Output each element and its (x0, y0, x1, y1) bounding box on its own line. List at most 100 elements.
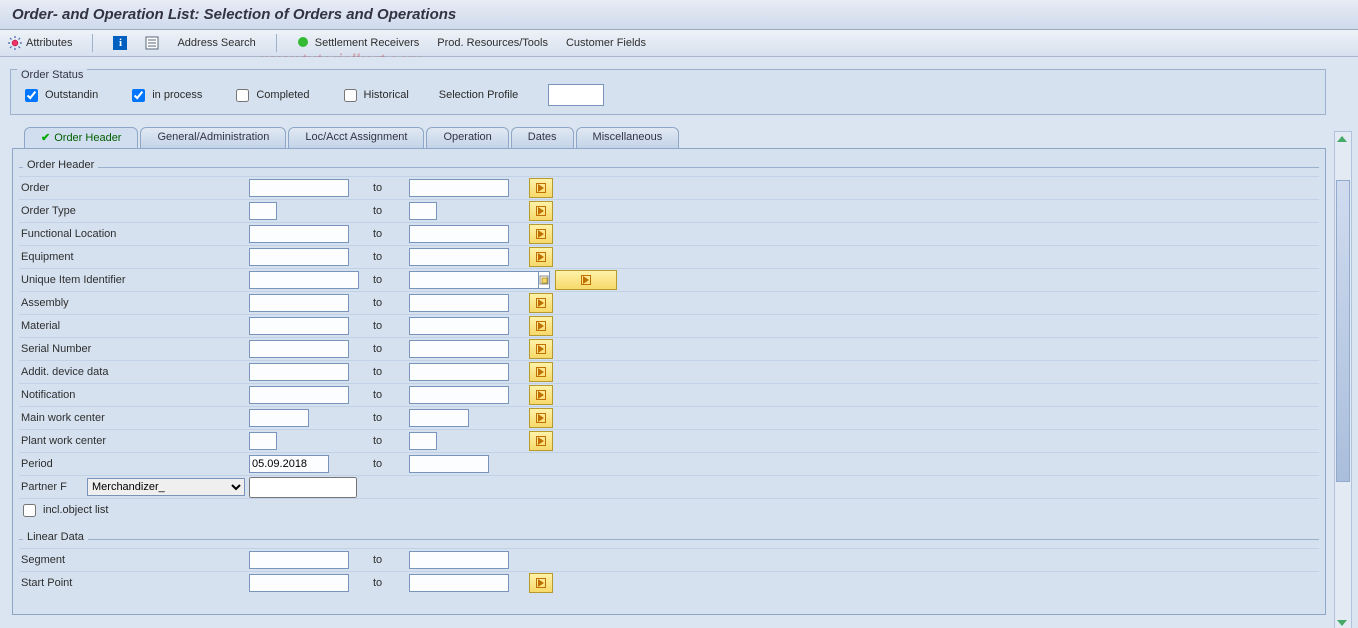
plant-work-center-from-input[interactable] (249, 432, 277, 450)
order-from-input[interactable] (249, 179, 349, 197)
in-process-checkbox[interactable]: in process (128, 86, 202, 105)
assembly-multi-button[interactable] (529, 293, 553, 313)
selection-profile-input[interactable] (548, 84, 604, 106)
tab-pane: Order Header Order to Order Type to (12, 148, 1326, 615)
customer-fields-button[interactable]: Customer Fields (566, 37, 646, 49)
order-to-input[interactable] (409, 179, 509, 197)
partner-f-label: Partner F (19, 481, 87, 493)
scrollbar-thumb[interactable] (1336, 180, 1350, 482)
settings-icon (8, 36, 22, 50)
order-header-group: Order Header Order to Order Type to (19, 167, 1319, 521)
to-label: to (369, 228, 409, 240)
app-toolbar: Attributes i Address Search Settlement R… (0, 30, 1358, 57)
equipment-multi-button[interactable] (529, 247, 553, 267)
order-type-to-input[interactable] (409, 202, 437, 220)
notification-from-input[interactable] (249, 386, 349, 404)
outstanding-checkbox-input[interactable] (25, 89, 38, 102)
order-type-from-input[interactable] (249, 202, 277, 220)
uii-to-input[interactable] (409, 271, 539, 289)
linear-data-legend: Linear Data (23, 531, 88, 543)
scroll-up-icon[interactable] (1335, 132, 1349, 146)
start-point-to-input[interactable] (409, 574, 509, 592)
settlement-receivers-button[interactable]: Settlement Receivers (297, 36, 420, 50)
scroll-down-icon[interactable] (1335, 616, 1349, 628)
row-start-point: Start Point to (19, 571, 1319, 594)
in-process-checkbox-input[interactable] (132, 89, 145, 102)
uii-from-input[interactable] (249, 271, 359, 289)
vertical-scrollbar[interactable] (1334, 131, 1352, 628)
info-icon[interactable]: i (113, 36, 127, 50)
uii-f4-icon[interactable] (539, 271, 550, 289)
selection-profile-label: Selection Profile (439, 89, 519, 101)
row-unique-item-identifier: Unique Item Identifier to (19, 268, 1319, 291)
row-addit-device-data: Addit. device data to (19, 360, 1319, 383)
addit-device-data-from-input[interactable] (249, 363, 349, 381)
order-status-legend: Order Status (17, 69, 87, 81)
main-work-center-from-input[interactable] (249, 409, 309, 427)
tab-order-header[interactable]: Order Header (24, 127, 138, 148)
incl-object-list-checkbox[interactable]: incl.object list (19, 501, 1319, 520)
start-point-multi-button[interactable] (529, 573, 553, 593)
functional-location-multi-button[interactable] (529, 224, 553, 244)
historical-label: Historical (364, 89, 409, 101)
serial-number-to-input[interactable] (409, 340, 509, 358)
to-label: to (369, 182, 409, 194)
notification-multi-button[interactable] (529, 385, 553, 405)
equipment-label: Equipment (19, 251, 249, 263)
equipment-to-input[interactable] (409, 248, 509, 266)
addit-device-data-to-input[interactable] (409, 363, 509, 381)
tab-general-admin[interactable]: General/Administration (140, 127, 286, 148)
to-label: to (369, 297, 409, 309)
historical-checkbox-input[interactable] (344, 89, 357, 102)
tab-loc-acct[interactable]: Loc/Acct Assignment (288, 127, 424, 148)
order-multi-button[interactable] (529, 178, 553, 198)
material-to-input[interactable] (409, 317, 509, 335)
segment-from-input[interactable] (249, 551, 349, 569)
tab-operation[interactable]: Operation (426, 127, 508, 148)
partner-f-select[interactable]: Merchandizer_ (87, 478, 245, 496)
functional-location-from-input[interactable] (249, 225, 349, 243)
to-label: to (369, 343, 409, 355)
attributes-button[interactable]: Attributes (8, 36, 72, 50)
main-work-center-to-input[interactable] (409, 409, 469, 427)
notification-to-input[interactable] (409, 386, 509, 404)
page-title: Order- and Operation List: Selection of … (0, 0, 1358, 30)
tab-inner: Order Header Order to Order Type to (13, 149, 1325, 622)
uii-multi-button[interactable] (555, 270, 617, 290)
address-search-button[interactable]: Address Search (177, 37, 255, 49)
main-work-center-multi-button[interactable] (529, 408, 553, 428)
assembly-from-input[interactable] (249, 294, 349, 312)
tab-dates[interactable]: Dates (511, 127, 574, 148)
material-multi-button[interactable] (529, 316, 553, 336)
plant-work-center-multi-button[interactable] (529, 431, 553, 451)
material-from-input[interactable] (249, 317, 349, 335)
outstanding-checkbox[interactable]: Outstandin (21, 86, 98, 105)
addit-device-data-multi-button[interactable] (529, 362, 553, 382)
period-label: Period (19, 458, 249, 470)
completed-checkbox[interactable]: Completed (232, 86, 309, 105)
row-incl-object-list: incl.object list (19, 498, 1319, 521)
tab-miscellaneous[interactable]: Miscellaneous (576, 127, 680, 148)
arrow-right-icon (536, 229, 546, 239)
incl-object-list-checkbox-input[interactable] (23, 504, 36, 517)
assembly-to-input[interactable] (409, 294, 509, 312)
serial-number-multi-button[interactable] (529, 339, 553, 359)
period-from-input[interactable] (249, 455, 329, 473)
plant-work-center-to-input[interactable] (409, 432, 437, 450)
segment-to-input[interactable] (409, 551, 509, 569)
list-icon[interactable] (145, 36, 159, 50)
order-type-label: Order Type (19, 205, 249, 217)
period-to-input[interactable] (409, 455, 489, 473)
work-area: Order Status Outstandin in process Compl… (0, 57, 1358, 628)
serial-number-from-input[interactable] (249, 340, 349, 358)
order-type-multi-button[interactable] (529, 201, 553, 221)
row-material: Material to (19, 314, 1319, 337)
completed-checkbox-input[interactable] (236, 89, 249, 102)
start-point-from-input[interactable] (249, 574, 349, 592)
equipment-from-input[interactable] (249, 248, 349, 266)
toolbar-separator (92, 34, 93, 52)
prod-resources-tools-button[interactable]: Prod. Resources/Tools (437, 37, 548, 49)
partner-f-input[interactable] (249, 477, 357, 498)
historical-checkbox[interactable]: Historical (340, 86, 409, 105)
functional-location-to-input[interactable] (409, 225, 509, 243)
